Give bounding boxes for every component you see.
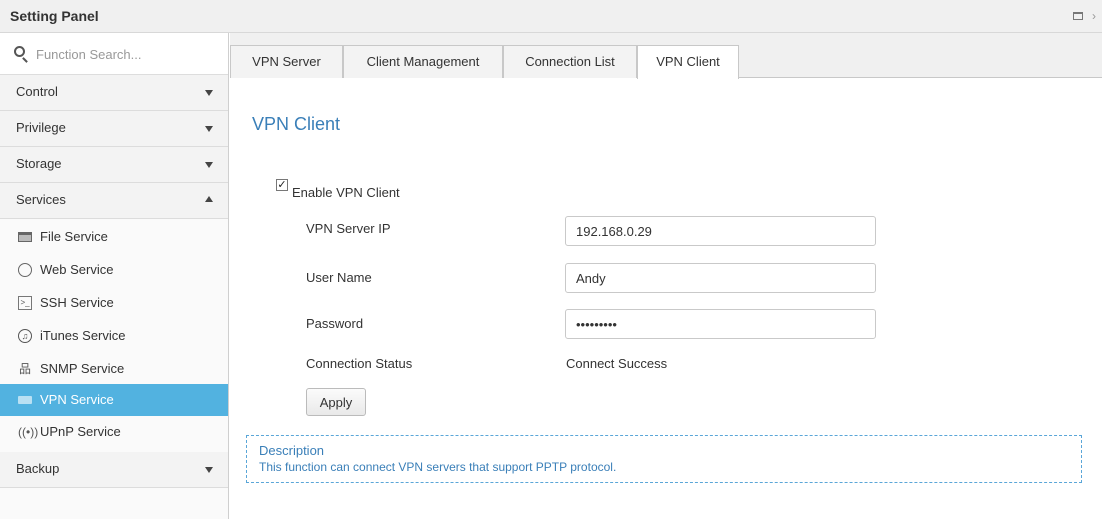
sidebar-item-itunes-service[interactable]: ♫ iTunes Service	[0, 320, 228, 352]
category-label: Privilege	[16, 120, 66, 135]
vpn-service-icon	[18, 396, 32, 404]
tab-vpn-client[interactable]: VPN Client	[637, 45, 739, 79]
sidebar-item-file-service[interactable]: File Service	[0, 221, 228, 253]
sidebar-item-upnp-service[interactable]: ((•)) UPnP Service	[0, 416, 228, 448]
sidebar-category-backup[interactable]: Backup	[0, 452, 228, 488]
main-panel: VPN Server Client Management Connection …	[230, 33, 1102, 519]
itunes-service-icon: ♫	[18, 329, 32, 343]
description-title: Description	[259, 443, 325, 458]
file-service-icon	[18, 232, 32, 242]
restore-icon[interactable]	[1073, 12, 1083, 20]
snmp-service-icon: 品	[18, 362, 31, 376]
chevron-up-icon	[205, 196, 213, 202]
chevron-down-icon	[205, 467, 213, 473]
search-icon	[14, 46, 25, 57]
sidebar-item-label: UPnP Service	[40, 424, 121, 439]
vpn-server-ip-label: VPN Server IP	[306, 221, 391, 236]
tab-client-management[interactable]: Client Management	[343, 45, 503, 78]
vpn-server-ip-input[interactable]	[565, 216, 876, 246]
window-titlebar: Setting Panel ›	[0, 0, 1102, 33]
sidebar-item-label: SSH Service	[40, 295, 114, 310]
user-name-label: User Name	[306, 270, 372, 285]
function-search	[0, 33, 228, 75]
sidebar-item-label: File Service	[40, 229, 108, 244]
connection-status-label: Connection Status	[306, 356, 413, 371]
connection-status-value: Connect Success	[566, 356, 668, 371]
sidebar-item-label: iTunes Service	[40, 328, 126, 343]
sidebar-category-control[interactable]: Control	[0, 75, 228, 111]
window-title: Setting Panel	[10, 8, 99, 24]
description-text: This function can connect VPN servers th…	[259, 460, 617, 474]
tab-vpn-server[interactable]: VPN Server	[230, 45, 343, 78]
sidebar-item-label: Web Service	[40, 262, 114, 277]
sidebar-item-ssh-service[interactable]: >_ SSH Service	[0, 287, 228, 319]
sidebar-item-snmp-service[interactable]: 品 SNMP Service	[0, 353, 228, 385]
sidebar-category-services[interactable]: Services	[0, 183, 228, 219]
tab-connection-list[interactable]: Connection List	[503, 45, 637, 78]
password-input[interactable]	[565, 309, 876, 339]
category-label: Services	[16, 192, 66, 207]
ssh-service-icon: >_	[18, 296, 32, 310]
category-label: Storage	[16, 156, 62, 171]
sidebar-item-vpn-service[interactable]: VPN Service	[0, 384, 228, 416]
enable-vpn-client-label: Enable VPN Client	[292, 185, 400, 200]
sidebar-category-storage[interactable]: Storage	[0, 147, 228, 183]
web-service-icon	[18, 263, 32, 277]
sidebar: Control Privilege Storage Services File …	[0, 33, 229, 519]
chevron-down-icon	[205, 126, 213, 132]
tab-bar: VPN Server Client Management Connection …	[230, 33, 1102, 79]
password-label: Password	[306, 316, 364, 331]
apply-button[interactable]: Apply	[306, 388, 366, 416]
function-search-input[interactable]	[36, 44, 216, 64]
sidebar-item-web-service[interactable]: Web Service	[0, 254, 228, 286]
category-label: Backup	[16, 461, 60, 476]
sidebar-item-label: SNMP Service	[40, 361, 125, 376]
section-title: VPN Client	[252, 114, 341, 134]
chevron-down-icon	[205, 90, 213, 96]
category-label: Control	[16, 84, 58, 99]
upnp-service-icon: ((•))	[18, 425, 39, 439]
close-icon[interactable]: ›	[1092, 9, 1096, 23]
enable-vpn-client-checkbox[interactable]: ✓	[276, 179, 288, 191]
sidebar-category-privilege[interactable]: Privilege	[0, 111, 228, 147]
sidebar-item-label: VPN Service	[40, 392, 114, 407]
description-box: Description This function can connect VP…	[246, 435, 1082, 483]
user-name-input[interactable]	[565, 263, 876, 293]
chevron-down-icon	[205, 162, 213, 168]
